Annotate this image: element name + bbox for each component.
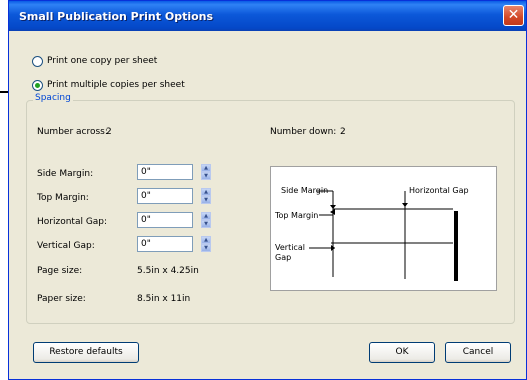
spin-up-icon[interactable]: ▲: [201, 188, 211, 196]
radio-multiple-copies-circle[interactable]: [32, 79, 43, 91]
spin-up-icon[interactable]: ▲: [201, 164, 211, 172]
vertical-gap-input[interactable]: [137, 236, 193, 252]
page-size-label: Page size:: [37, 266, 83, 276]
dialog-title: Small Publication Print Options: [19, 10, 214, 23]
spin-up-icon[interactable]: ▲: [201, 236, 211, 244]
restore-defaults-button[interactable]: Restore defaults: [33, 342, 139, 363]
spin-down-icon[interactable]: ▼: [201, 244, 211, 252]
title-bar: Small Publication Print Options ✕: [9, 1, 526, 31]
number-across-value: 2: [106, 127, 112, 137]
top-margin-label: Top Margin:: [37, 193, 89, 203]
top-margin-spinner[interactable]: ▲ ▼: [201, 188, 211, 204]
cancel-button[interactable]: Cancel: [445, 342, 511, 363]
radio-multiple-copies-label: Print multiple copies per sheet: [47, 80, 185, 90]
page-size-value: 5.5in x 4.25in: [137, 266, 199, 276]
preview-top-margin-label: Top Margin: [275, 211, 319, 220]
radio-multiple-copies[interactable]: Print multiple copies per sheet: [32, 78, 185, 92]
paper-size-label: Paper size:: [37, 294, 86, 304]
preview-side-margin-label: Side Margin: [281, 186, 329, 195]
preview-horizontal-gap-label: Horizontal Gap: [409, 186, 469, 195]
horizontal-gap-spinner[interactable]: ▲ ▼: [201, 212, 211, 228]
ok-button[interactable]: OK: [369, 342, 435, 363]
side-margin-label: Side Margin:: [37, 169, 94, 179]
paper-size-value: 8.5in x 11in: [137, 294, 191, 304]
side-margin-input[interactable]: [137, 164, 193, 180]
number-down-label: Number down:: [270, 127, 337, 137]
radio-one-copy[interactable]: Print one copy per sheet: [32, 54, 157, 68]
arrowhead-side-margin: [330, 205, 336, 209]
spacing-legend: Spacing: [33, 93, 73, 103]
number-across-label: Number across:: [37, 127, 108, 137]
spin-up-icon[interactable]: ▲: [201, 212, 211, 220]
top-margin-input[interactable]: [137, 188, 193, 204]
side-margin-spinner[interactable]: ▲ ▼: [201, 164, 211, 180]
arrowhead-horizontal-gap: [402, 203, 408, 207]
preview-vertical-gap-label-1: Vertical: [275, 243, 305, 252]
spin-down-icon[interactable]: ▼: [201, 220, 211, 228]
number-down-value: 2: [340, 127, 346, 137]
horizontal-gap-input[interactable]: [137, 212, 193, 228]
spin-down-icon[interactable]: ▼: [201, 196, 211, 204]
radio-one-copy-circle[interactable]: [32, 55, 43, 67]
radio-one-copy-label: Print one copy per sheet: [47, 56, 158, 66]
vertical-gap-spinner[interactable]: ▲ ▼: [201, 236, 211, 252]
close-button[interactable]: ✕: [503, 5, 524, 26]
page-edge-bar: [454, 211, 458, 281]
spin-down-icon[interactable]: ▼: [201, 172, 211, 180]
close-icon: ✕: [507, 7, 520, 23]
layout-preview: Side Margin Horizontal Gap Top Margin Ve…: [270, 166, 497, 291]
vertical-gap-label: Vertical Gap:: [37, 241, 95, 251]
preview-vertical-gap-label-2: Gap: [275, 253, 292, 262]
horizontal-gap-label: Horizontal Gap:: [37, 217, 108, 227]
